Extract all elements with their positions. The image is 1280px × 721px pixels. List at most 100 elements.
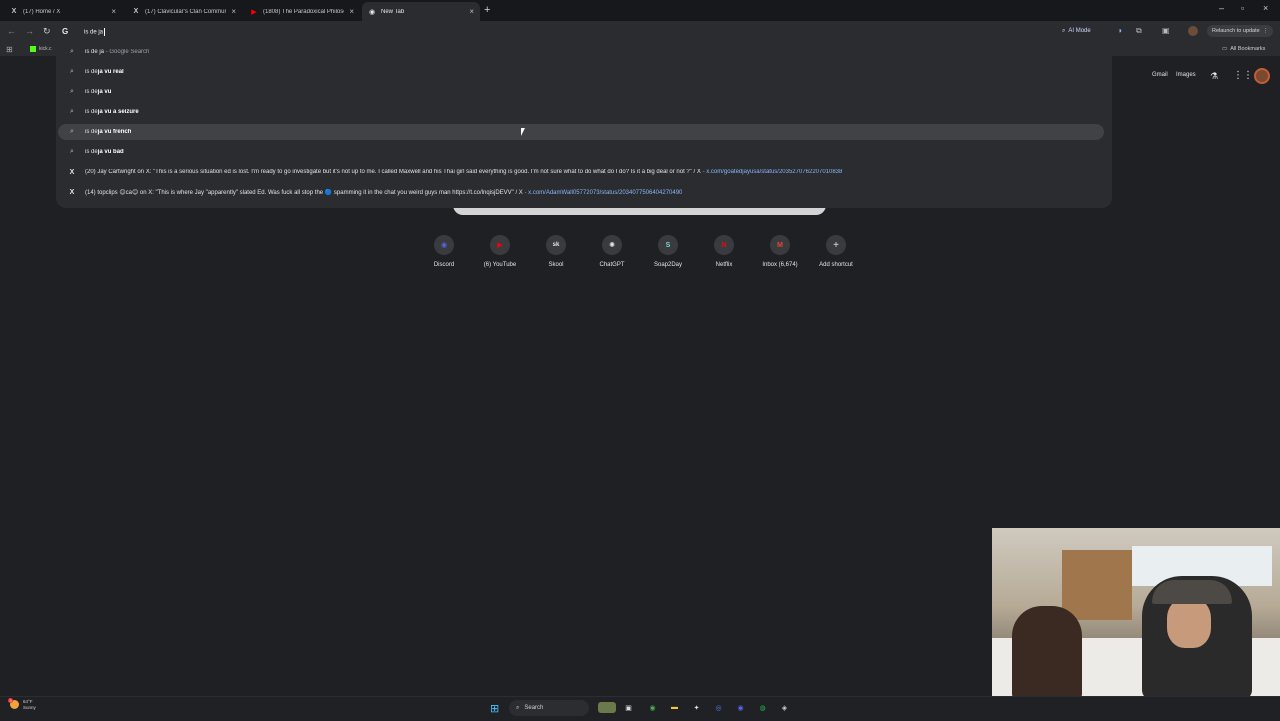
bookmark-kick[interactable]: kick.c (30, 46, 52, 52)
add-shortcut-button[interactable]: + Add shortcut (808, 235, 864, 268)
webcam-person-left (1012, 606, 1082, 700)
extensions-icon[interactable]: ⧉ (1136, 26, 1142, 36)
tab-new-tab[interactable]: ◉ New Tab × (362, 2, 480, 21)
images-link[interactable]: Images (1176, 72, 1196, 78)
shortcut-inbox[interactable]: M Inbox (6,674) (752, 235, 808, 268)
profile-avatar[interactable] (1188, 26, 1198, 36)
webcam-hat (1152, 580, 1232, 604)
gmail-link[interactable]: Gmail (1152, 72, 1168, 78)
weather-widget[interactable]: 3 64°F Sunny (8, 698, 36, 710)
maximize-icon[interactable]: ▫ (1241, 3, 1244, 13)
chatgpt-icon: ✺ (602, 235, 622, 255)
suggestion-google-search[interactable]: ⌕ is de ja - Google Search (58, 44, 1104, 60)
suggestion-item[interactable]: ⌕ is deja vu real (58, 64, 1104, 80)
shortcut-soap2day[interactable]: S Soap2Day (640, 235, 696, 268)
shortcut-label: Inbox (6,674) (762, 262, 798, 268)
tab-label: (17) Home / X (23, 8, 61, 15)
suggestion-item[interactable]: ⌕ is deja vu a seizure (58, 104, 1104, 120)
youtube-icon: ▶ (251, 8, 257, 16)
omnibox[interactable]: G is de ja (62, 23, 106, 40)
shortcut-chatgpt[interactable]: ✺ ChatGPT (584, 235, 640, 268)
search-icon: ⌕ (70, 68, 74, 75)
suggestion-item[interactable]: ⌕ is deja vu (58, 84, 1104, 100)
suggestion-item-highlighted[interactable]: ⌕ is deja vu french (58, 124, 1104, 140)
tab-home-x[interactable]: X (17) Home / X × (4, 2, 122, 21)
side-panel-icon[interactable]: ▣ (1162, 26, 1170, 35)
taskbar-search[interactable]: ⌕ Search (509, 700, 589, 716)
suggestion-prefix: is de (85, 129, 98, 135)
discord-taskbar-icon[interactable]: ◉ (735, 702, 746, 713)
plus-icon: + (826, 235, 846, 255)
bookmark-label: kick.c (39, 46, 52, 52)
more-options-icon: ⋮ (1262, 28, 1269, 34)
relaunch-update-button[interactable]: Relaunch to update ⋮ (1207, 25, 1274, 37)
x-icon: X (11, 8, 17, 15)
widget-thumbnail-icon[interactable] (598, 702, 616, 713)
close-icon[interactable]: × (469, 7, 474, 16)
task-view-icon[interactable]: ▣ (623, 702, 634, 713)
mouse-cursor-icon (521, 128, 525, 136)
omnibox-input[interactable]: is de ja (84, 27, 106, 36)
shortcut-discord[interactable]: ◉ Discord (416, 235, 472, 268)
all-bookmarks-button[interactable]: ▭ All Bookmarks (1222, 46, 1265, 52)
suggestion-query: is de ja (85, 49, 105, 55)
suggestion-item[interactable]: ⌕ is deja vu bad (58, 144, 1104, 160)
voice-search-icon[interactable]: ◗ (1118, 26, 1123, 35)
search-icon: ⌕ (70, 148, 74, 155)
tab-label: New Tab (381, 8, 405, 15)
webcam-face (1167, 598, 1211, 648)
file-explorer-icon[interactable]: ▬ (669, 702, 680, 713)
shortcut-label: Netflix (715, 262, 733, 268)
result-title: (14) topclips 😊ca😊 on X: "This is where … (85, 189, 523, 196)
shortcut-label: Add shortcut (819, 262, 853, 268)
back-icon[interactable]: ← (7, 26, 16, 36)
suggestion-prefix: is de (85, 109, 98, 115)
close-icon[interactable]: × (349, 7, 354, 16)
webcam-background-cabinet (1062, 550, 1132, 620)
google-apps-icon[interactable]: ⋮⋮ (1233, 70, 1253, 81)
apps-grid-icon[interactable]: ⊞ (6, 45, 13, 54)
search-icon: ⌕ (70, 128, 74, 135)
tab-clan-community[interactable]: X (17) Clavicular's Clan Commun × (126, 2, 242, 21)
tab-youtube[interactable]: ▶ (1808) The Paradoxical Philoso × (244, 2, 360, 21)
spotify-icon[interactable]: ◍ (757, 702, 768, 713)
shortcut-label: Skool (548, 262, 564, 268)
history-result-x[interactable]: X (20) Jay Cartwright on X: "This is a s… (58, 164, 1104, 180)
notification-badge: 3 (8, 698, 13, 703)
shortcut-netflix[interactable]: N Netflix (696, 235, 752, 268)
shortcut-label: Discord (433, 262, 455, 268)
shortcut-skool[interactable]: sk Skool (528, 235, 584, 268)
shortcut-label: (6) YouTube (483, 262, 517, 268)
close-icon[interactable]: × (111, 7, 116, 16)
forward-icon[interactable]: → (25, 26, 34, 36)
webcam-overlay (992, 528, 1280, 700)
youtube-icon: ▶ (490, 235, 510, 255)
window-close-icon[interactable]: × (1263, 3, 1268, 13)
discord-icon: ◉ (434, 235, 454, 255)
history-result-x[interactable]: X (14) topclips 😊ca😊 on X: "This is wher… (58, 184, 1104, 200)
labs-flask-icon[interactable]: ⚗ (1210, 71, 1218, 82)
new-tab-plus-icon[interactable]: + (484, 4, 490, 16)
chrome-canary-icon[interactable]: ◉ (647, 702, 658, 713)
soap2day-icon: S (658, 235, 678, 255)
windows-start-icon[interactable]: ⊞ (490, 702, 499, 715)
x-icon: X (133, 8, 139, 15)
taskbar-search-label: Search (524, 705, 544, 711)
shortcut-youtube[interactable]: ▶ (6) YouTube (472, 235, 528, 268)
ai-mode-button[interactable]: ⌕ AI Mode (1062, 25, 1091, 37)
account-avatar[interactable] (1254, 68, 1270, 84)
suggestion-completion: ja vu bad (97, 149, 124, 155)
app-icon[interactable]: ✦ (691, 702, 702, 713)
windows-taskbar (0, 696, 1280, 721)
ai-mode-label: AI Mode (1068, 28, 1091, 34)
result-title: (20) Jay Cartwright on X: "This is a ser… (85, 169, 701, 175)
folder-icon: ▭ (1222, 46, 1228, 52)
result-url: x.com/AdamWall05772073/status/2034077506… (528, 189, 683, 196)
chrome-icon[interactable]: ◎ (713, 702, 724, 713)
reload-icon[interactable]: ↻ (43, 26, 51, 37)
search-sparkle-icon: ⌕ (1062, 27, 1066, 34)
x-icon: X (69, 168, 75, 176)
steam-icon[interactable]: ◈ (779, 702, 790, 713)
close-icon[interactable]: × (231, 7, 236, 16)
minimize-icon[interactable]: – (1219, 3, 1224, 13)
